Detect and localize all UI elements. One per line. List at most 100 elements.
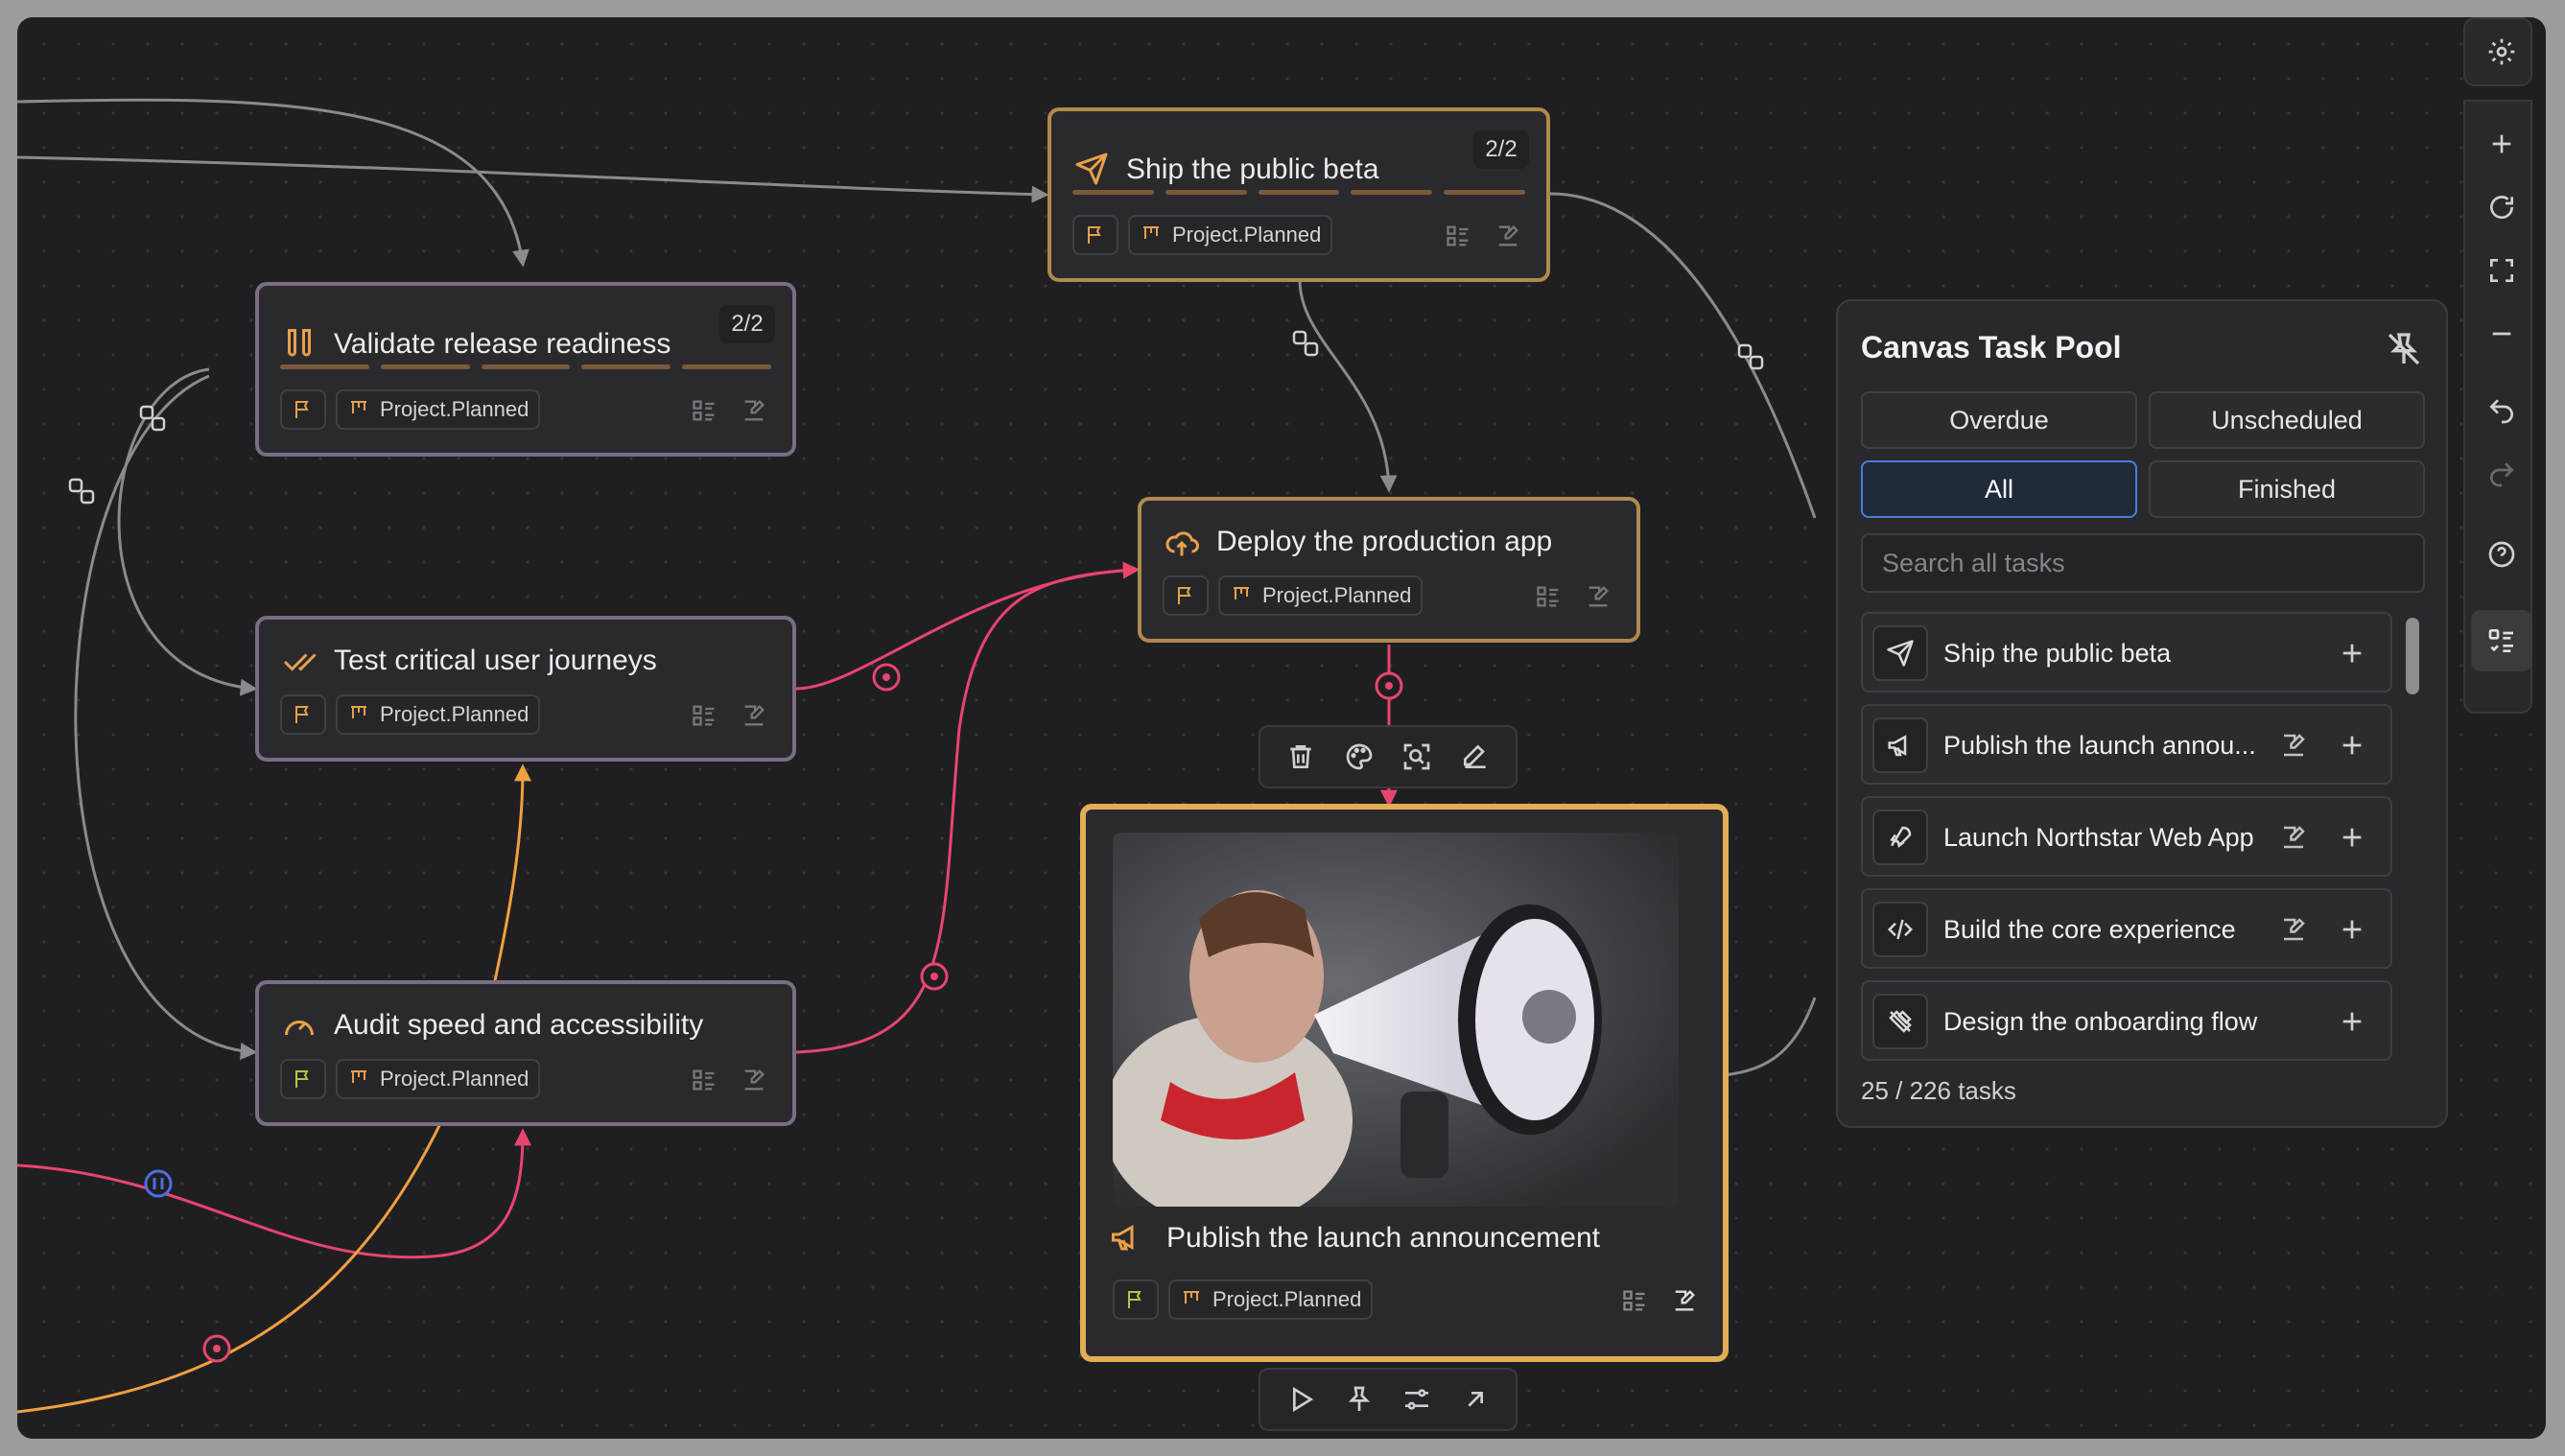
megaphone-photo	[1113, 833, 1679, 1207]
add-to-canvas-icon[interactable]	[2337, 822, 2367, 853]
zoom-out-button[interactable]	[2471, 303, 2532, 364]
cover-image	[1113, 833, 1679, 1207]
fit-view-button[interactable]	[2471, 240, 2532, 301]
filter-all[interactable]: All	[1861, 460, 2137, 518]
help-button[interactable]	[2471, 524, 2532, 585]
pool-item[interactable]: Design the onboarding flow	[1861, 980, 2392, 1061]
zoom-in-button[interactable]	[2471, 113, 2532, 175]
task-pool-toggle[interactable]	[2471, 610, 2532, 671]
task-list-icon	[2488, 629, 2513, 652]
status-chip[interactable]: Project.Planned	[1168, 1280, 1374, 1320]
settings-button[interactable]	[2471, 21, 2532, 82]
scrollbar-thumb[interactable]	[2406, 618, 2419, 694]
undo-icon	[2489, 399, 2513, 424]
design-icon	[1889, 1010, 1912, 1033]
palette-icon[interactable]	[1344, 741, 1375, 772]
add-to-canvas-icon[interactable]	[2337, 914, 2367, 945]
checklist-icon[interactable]	[1535, 583, 1562, 610]
checklist-icon[interactable]	[691, 1067, 718, 1093]
send-icon	[1887, 640, 1914, 667]
flag-icon	[295, 706, 309, 723]
task-node-test-journeys[interactable]: Test critical user journeys Project.Plan…	[255, 616, 796, 762]
help-icon	[2488, 541, 2515, 568]
task-node-ship-public-beta[interactable]: Ship the public beta 2/2 Project.Planned	[1047, 107, 1550, 282]
settings-rail	[2463, 17, 2532, 86]
redo-button[interactable]	[2471, 443, 2532, 505]
megaphone-icon	[1112, 1224, 1134, 1251]
checklist-icon[interactable]	[1621, 1287, 1648, 1314]
checklist-icon[interactable]	[691, 702, 718, 729]
send-icon	[1075, 153, 1108, 185]
status-chip[interactable]: Project.Planned	[336, 694, 541, 735]
priority-flag[interactable]	[280, 389, 326, 430]
pool-item[interactable]: Launch Northstar Web App	[1861, 796, 2392, 877]
edit-icon[interactable]	[1460, 741, 1491, 772]
priority-flag[interactable]	[1072, 215, 1118, 255]
filter-finished[interactable]: Finished	[2149, 460, 2425, 518]
status-chip[interactable]: Project.Planned	[1218, 575, 1424, 616]
edit-icon[interactable]	[741, 1067, 767, 1093]
megaphone-icon	[1888, 735, 1907, 757]
edit-icon[interactable]	[2279, 731, 2308, 760]
checklist-icon[interactable]	[691, 397, 718, 424]
priority-flag[interactable]	[1113, 1280, 1159, 1320]
node-title: Deploy the production app	[1216, 526, 1553, 557]
checklist-icon[interactable]	[1445, 223, 1471, 249]
pool-item[interactable]: Ship the public beta	[1861, 612, 2392, 693]
arrow-up-right-icon[interactable]	[1460, 1384, 1491, 1415]
node-action-toolbar	[1259, 725, 1518, 788]
sliders-icon[interactable]	[1401, 1384, 1432, 1415]
edit-icon[interactable]	[1671, 1287, 1698, 1314]
task-pool-panel: Canvas Task Pool Overdue Unscheduled All…	[1836, 299, 2448, 1128]
kanban-icon	[351, 706, 366, 718]
kanban-icon	[351, 401, 366, 413]
filter-unscheduled[interactable]: Unscheduled	[2149, 391, 2425, 449]
refresh-button[interactable]	[2471, 176, 2532, 238]
priority-flag[interactable]	[280, 694, 326, 735]
priority-flag[interactable]	[1163, 575, 1209, 616]
unpin-icon[interactable]	[2385, 330, 2423, 368]
kanban-icon	[1234, 587, 1249, 599]
focus-search-icon[interactable]	[1401, 741, 1432, 772]
priority-flag[interactable]	[280, 1059, 326, 1099]
play-icon[interactable]	[1285, 1384, 1316, 1415]
node-title: Test critical user journeys	[334, 645, 657, 676]
trash-icon[interactable]	[1285, 741, 1316, 772]
add-to-canvas-icon[interactable]	[2337, 730, 2367, 761]
kanban-icon	[1143, 226, 1159, 239]
edit-icon[interactable]	[1494, 223, 1521, 249]
redo-icon	[2490, 462, 2514, 487]
gauge-icon	[285, 1021, 314, 1036]
task-node-audit-speed[interactable]: Audit speed and accessibility Project.Pl…	[255, 980, 796, 1126]
task-node-publish-announcement[interactable]: Publish the launch announcement Project.…	[1080, 804, 1729, 1362]
flag-icon	[295, 401, 309, 418]
refresh-icon	[2490, 196, 2514, 220]
pool-item[interactable]: Build the core experience	[1861, 888, 2392, 969]
pin-icon[interactable]	[1344, 1384, 1375, 1415]
progress-segments	[280, 364, 771, 369]
status-chip[interactable]: Project.Planned	[336, 1059, 541, 1099]
edit-icon[interactable]	[741, 702, 767, 729]
edit-icon[interactable]	[2279, 915, 2308, 944]
gear-icon	[2488, 38, 2515, 65]
task-count: 25 / 226 tasks	[1861, 1076, 2016, 1105]
undo-button[interactable]	[2471, 380, 2532, 441]
task-node-validate-release[interactable]: Validate release readiness 2/2 Project.P…	[255, 282, 796, 457]
plus-icon	[2492, 134, 2511, 153]
add-to-canvas-icon[interactable]	[2337, 638, 2367, 669]
double-check-icon	[283, 653, 317, 671]
edit-icon[interactable]	[741, 397, 767, 424]
edit-icon[interactable]	[2279, 823, 2308, 852]
search-input[interactable]	[1861, 533, 2425, 593]
status-chip[interactable]: Project.Planned	[1128, 215, 1333, 255]
fullscreen-icon	[2490, 259, 2513, 282]
pool-item[interactable]: Publish the launch annou...	[1861, 704, 2392, 785]
add-to-canvas-icon[interactable]	[2337, 1006, 2367, 1037]
edit-icon[interactable]	[1585, 583, 1612, 610]
task-node-deploy-production[interactable]: Deploy the production app Project.Planne…	[1138, 497, 1640, 643]
progress-segments	[1072, 190, 1525, 195]
filter-overdue[interactable]: Overdue	[1861, 391, 2137, 449]
panel-title: Canvas Task Pool	[1861, 330, 2122, 364]
status-chip[interactable]: Project.Planned	[336, 389, 541, 430]
canvas-window[interactable]: Ship the public beta 2/2 Project.Planned…	[17, 17, 2546, 1439]
